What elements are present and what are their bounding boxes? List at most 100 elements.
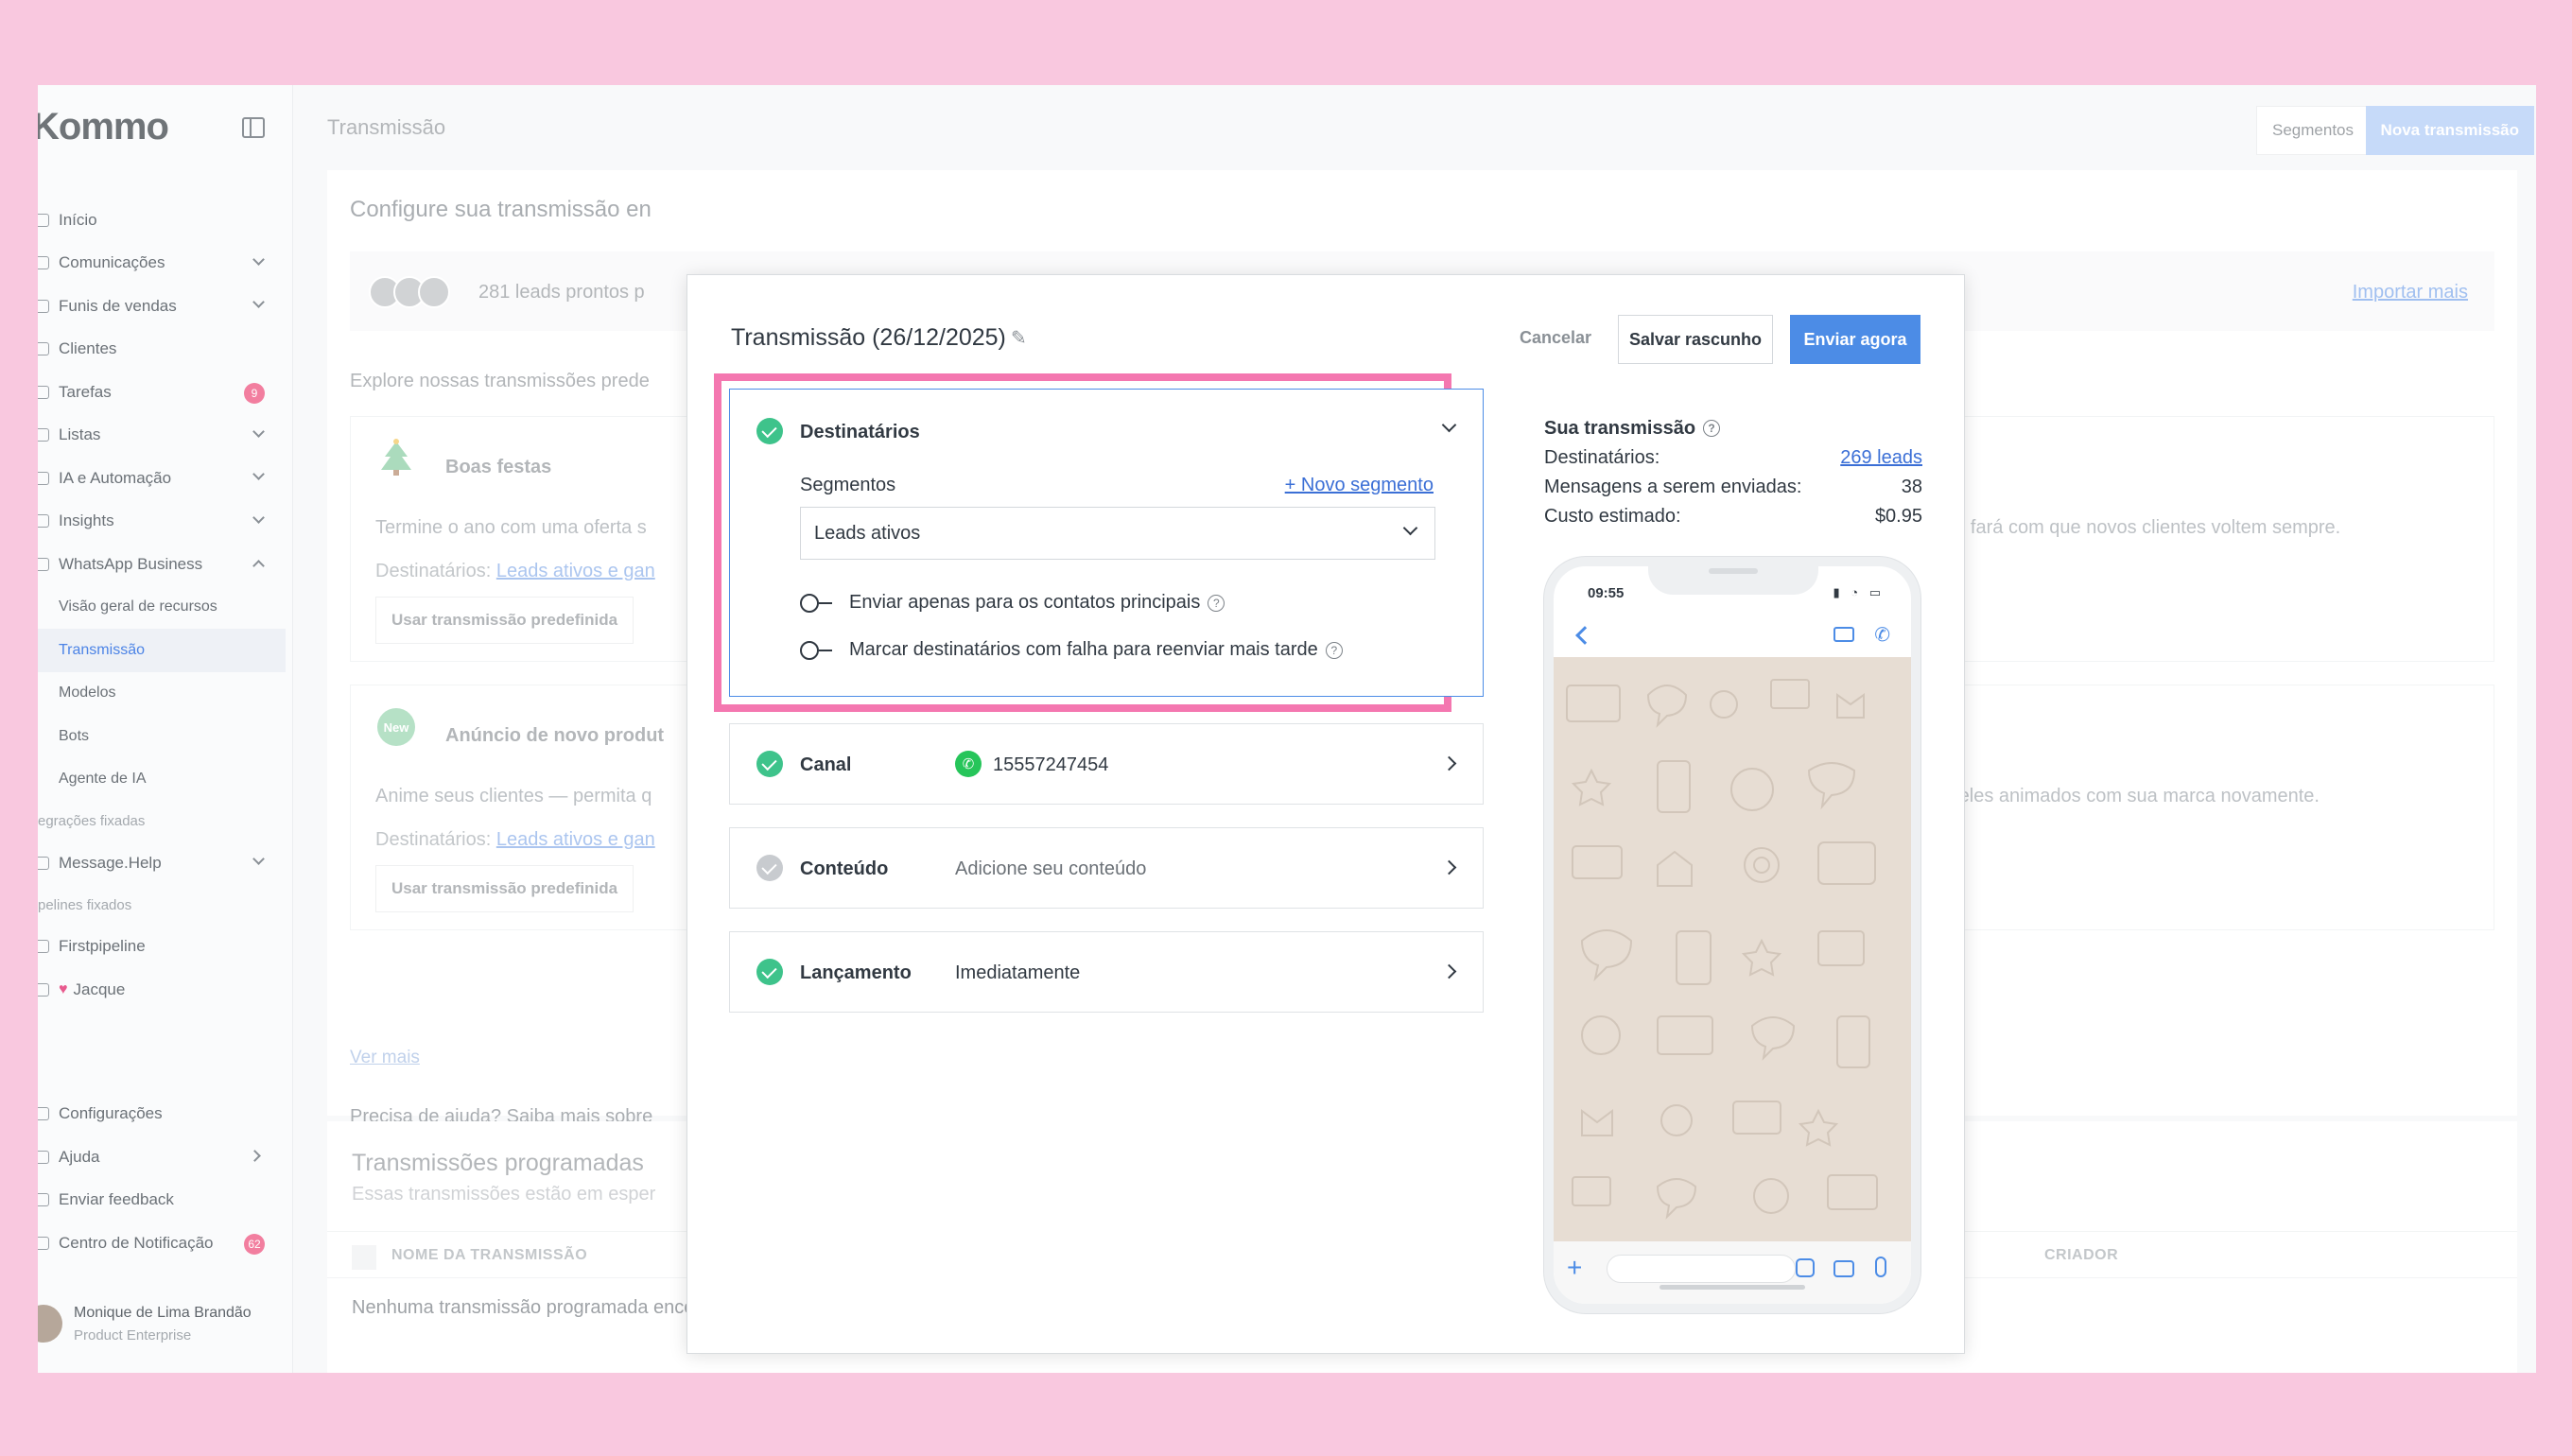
back-icon <box>1575 626 1594 645</box>
question-icon[interactable]: ? <box>1325 641 1343 659</box>
sidebar-item-label: Tarefas <box>59 382 112 401</box>
user-role: Product Enterprise <box>74 1327 192 1343</box>
ai-icon <box>38 471 49 485</box>
recipients-label[interactable]: Destinatários <box>800 422 920 443</box>
sidebar-item-label: Comunicações <box>59 253 165 272</box>
sidebar-item-comunicacoes[interactable]: Comunicações <box>38 242 293 286</box>
main-contacts-toggle[interactable]: Enviar apenas para os contatos principai… <box>800 592 1225 614</box>
content-label: Conteúdo <box>800 858 889 879</box>
toggle-switch[interactable] <box>800 640 832 660</box>
question-icon[interactable]: ? <box>1208 594 1225 612</box>
summary-value: 38 <box>1901 477 1922 497</box>
toggle-label: Marcar destinatários com falha para reen… <box>849 639 1318 660</box>
sidebar-item-bots[interactable]: Bots <box>38 715 293 758</box>
sticker-icon <box>1796 1258 1815 1277</box>
retry-failed-toggle[interactable]: Marcar destinatários com falha para reen… <box>800 639 1343 661</box>
sidebar-item-agente-ia[interactable]: Agente de IA <box>38 758 293 802</box>
pencil-icon[interactable]: ✎ <box>1011 326 1027 350</box>
avatar <box>38 1305 62 1343</box>
user-profile[interactable]: Monique de Lima Brandão Product Enterpri… <box>38 1301 293 1354</box>
sidebar-item-label: Funis de vendas <box>59 296 177 315</box>
segment-select[interactable]: Leads ativos <box>800 507 1435 560</box>
check-icon <box>756 418 783 444</box>
sidebar-item-visao-geral[interactable]: Visão geral de recursos <box>38 586 293 630</box>
sidebar-toggle-icon[interactable] <box>242 117 265 138</box>
recipients-panel: Destinatários Segmentos + Novo segmento … <box>729 389 1484 697</box>
plus-icon: + <box>1567 1253 1583 1282</box>
question-icon[interactable]: ? <box>1703 420 1721 437</box>
integration-icon <box>38 856 49 870</box>
sidebar-item-label: Listas <box>59 425 101 444</box>
cancel-button[interactable]: Cancelar <box>1520 328 1591 348</box>
whatsapp-icon <box>38 557 49 571</box>
content-panel[interactable]: Conteúdo Adicione seu conteúdo <box>729 827 1484 909</box>
summary-row-cost: Custo estimado: $0.95 <box>1544 502 1922 531</box>
sidebar-item-transmissao[interactable]: Transmissão <box>38 629 286 672</box>
whatsapp-icon: ✆ <box>955 751 982 777</box>
sidebar-item-whatsapp[interactable]: WhatsApp Business <box>38 543 293 586</box>
tasks-badge: 9 <box>244 383 265 404</box>
chat-background <box>1554 657 1911 1241</box>
chevron-down-icon <box>252 853 265 865</box>
check-icon <box>756 855 783 881</box>
sidebar-item-ajuda[interactable]: Ajuda <box>38 1135 293 1179</box>
sidebar-item-modelos[interactable]: Modelos <box>38 672 293 716</box>
video-icon <box>1833 627 1854 642</box>
channel-panel[interactable]: Canal ✆ 15557247454 <box>729 723 1484 805</box>
summary-row-recipients: Destinatários: 269 leads <box>1544 443 1922 473</box>
feedback-icon <box>38 1193 49 1207</box>
launch-panel[interactable]: Lançamento Imediatamente <box>729 931 1484 1013</box>
sidebar-item-label: Enviar feedback <box>59 1190 174 1209</box>
sidebar-item-notificacoes[interactable]: Centro de Notificação 62 <box>38 1222 293 1265</box>
sidebar-section-pipelines: pelines fixados <box>38 896 132 913</box>
sidebar-item-tarefas[interactable]: Tarefas 9 <box>38 371 293 414</box>
sidebar-item-label: Bots <box>59 727 90 744</box>
summary-label: Destinatários: <box>1544 447 1660 468</box>
phone-status-icons: ▮ ◔ ▭ <box>1833 585 1885 599</box>
chat-icon <box>38 256 49 270</box>
sidebar-section-integrations: egrações fixadas <box>38 813 146 829</box>
gear-icon <box>38 1107 49 1121</box>
sidebar-item-funis[interactable]: Funis de vendas <box>38 285 293 328</box>
sidebar-item-clientes[interactable]: Clientes <box>38 328 293 372</box>
pipeline-icon <box>38 940 49 954</box>
recipients-count-link[interactable]: 269 leads <box>1840 447 1922 469</box>
send-now-button[interactable]: Enviar agora <box>1790 315 1920 364</box>
toggle-switch[interactable] <box>800 593 832 613</box>
sidebar-item-feedback[interactable]: Enviar feedback <box>38 1179 293 1222</box>
check-icon <box>756 751 783 777</box>
notifications-badge: 62 <box>244 1234 265 1255</box>
phone-preview: 09:55 ▮ ◔ ▭ ✆ + <box>1544 557 1920 1313</box>
microphone-icon <box>1875 1257 1886 1277</box>
home-icon <box>38 213 49 227</box>
sidebar-item-label: Visão geral de recursos <box>59 598 217 615</box>
chevron-down-icon[interactable] <box>1441 417 1457 433</box>
chevron-right-icon <box>1441 755 1457 771</box>
sidebar-item-message-help[interactable]: Message.Help <box>38 841 293 885</box>
sidebar-item-insights[interactable]: Insights <box>38 500 293 544</box>
sidebar-item-listas[interactable]: Listas <box>38 414 293 458</box>
save-draft-button[interactable]: Salvar rascunho <box>1618 315 1773 364</box>
sidebar-item-label: Clientes <box>59 339 117 358</box>
launch-label: Lançamento <box>800 962 912 983</box>
chevron-down-icon <box>252 296 265 308</box>
segments-label: Segmentos <box>800 475 896 495</box>
channel-value: 15557247454 <box>993 754 1109 775</box>
chevron-down-icon <box>252 511 265 524</box>
sidebar-item-firstpipeline[interactable]: Firstpipeline <box>38 926 293 969</box>
sidebar-item-inicio[interactable]: Início <box>38 199 293 242</box>
user-icon <box>38 342 49 356</box>
sidebar-item-ia[interactable]: IA e Automação <box>38 457 293 500</box>
sidebar-item-label: Insights <box>59 511 114 530</box>
broadcast-summary: Sua transmissão? Destinatários: 269 leads… <box>1544 413 1922 531</box>
app-window: Kommo Início Comunicações Funis de venda… <box>38 85 2536 1373</box>
sidebar-item-label: Agente de IA <box>59 771 147 788</box>
sidebar-item-jacque[interactable]: ♥ Jacque <box>38 968 293 1012</box>
new-segment-link[interactable]: + Novo segmento <box>1285 475 1434 496</box>
tasks-icon <box>38 385 49 399</box>
sidebar-item-label: Início <box>59 210 97 229</box>
sidebar-item-configuracoes[interactable]: Configurações <box>38 1093 293 1136</box>
summary-label: Mensagens a serem enviadas: <box>1544 477 1802 497</box>
phone-call-icon: ✆ <box>1874 625 1890 646</box>
